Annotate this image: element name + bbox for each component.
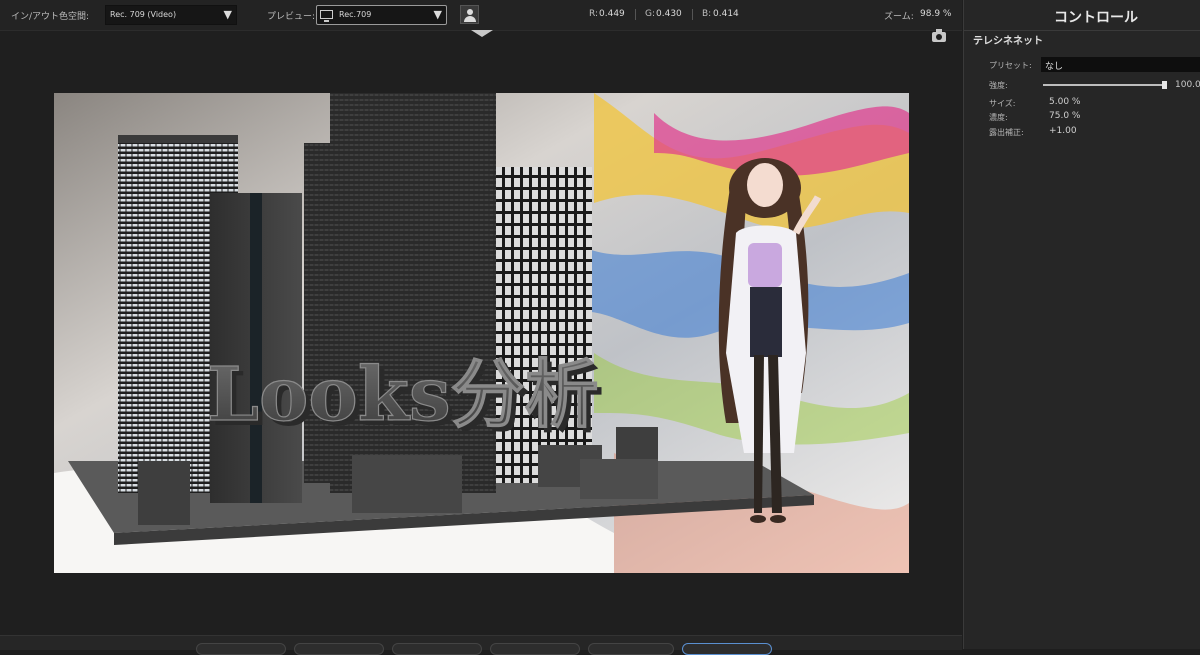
strength-label: 強度: [989, 81, 1008, 90]
viewer-toolbar: イン/アウト色空間: Rec. 709 (Video) ▼ プレビュー: Rec… [0, 0, 962, 31]
bottom-tab[interactable] [392, 643, 482, 655]
title-3d-text: Looks分析 [207, 352, 599, 438]
bottom-tab[interactable] [196, 643, 286, 655]
bottom-tab[interactable] [588, 643, 674, 655]
panel-divider [964, 30, 1200, 31]
preview-image: Looks分析 Looks分析 [54, 93, 909, 573]
bottom-tab[interactable] [294, 643, 384, 655]
strength-slider-thumb[interactable] [1161, 81, 1167, 89]
zoom-value: 98.9 % [920, 9, 952, 19]
exposure-value[interactable]: +1.00 [1049, 126, 1077, 136]
r-value: 0.449 [599, 9, 625, 19]
size-value[interactable]: 5.00 % [1049, 97, 1080, 107]
zoom-label: ズーム: [884, 12, 914, 22]
strength-value[interactable]: 100.0 [1175, 80, 1200, 90]
size-label: サイズ: [989, 99, 1016, 108]
monitor-icon [320, 10, 333, 22]
effect-name: テレシネネット [973, 36, 1043, 47]
density-value[interactable]: 75.0 % [1049, 111, 1080, 121]
camera-icon[interactable] [932, 29, 946, 42]
b-value: 0.414 [713, 9, 739, 19]
preview-label: プレビュー: [267, 12, 316, 22]
controls-panel: コントロール テレシネネット プリセット: なし 強度: 100.0 サイズ: … [963, 0, 1200, 649]
in-out-colorspace-label: イン/アウト色空間: [11, 12, 90, 22]
exposure-label: 露出補正: [989, 128, 1024, 137]
person-icon[interactable] [460, 5, 479, 24]
density-label: 濃度: [989, 113, 1008, 122]
strength-slider[interactable] [1043, 84, 1164, 86]
g-value: 0.430 [656, 9, 682, 19]
panel-title: コントロール [1054, 10, 1138, 26]
g-label: G: [645, 9, 656, 19]
preset-value: なし [1045, 62, 1064, 72]
bottom-tab[interactable] [490, 643, 580, 655]
in-out-colorspace-dropdown[interactable]: Rec. 709 (Video) ▼ [105, 5, 237, 25]
b-label: B: [702, 9, 712, 19]
bottom-tab-bar [0, 635, 962, 655]
r-label: R: [589, 9, 599, 19]
divider [635, 9, 636, 20]
divider [692, 9, 693, 20]
chevron-down-icon: ▼ [433, 8, 442, 21]
triangle-down-icon[interactable] [471, 30, 493, 37]
chevron-down-icon: ▼ [223, 8, 232, 21]
preset-label: プリセット: [989, 61, 1032, 70]
in-out-colorspace-value: Rec. 709 (Video) [110, 10, 177, 19]
preset-dropdown[interactable]: なし [1041, 57, 1200, 72]
bottom-tab-active[interactable] [682, 643, 772, 655]
preview-colorspace-value: Rec.709 [339, 10, 372, 19]
preview-colorspace-dropdown[interactable]: Rec.709 ▼ [316, 5, 447, 25]
